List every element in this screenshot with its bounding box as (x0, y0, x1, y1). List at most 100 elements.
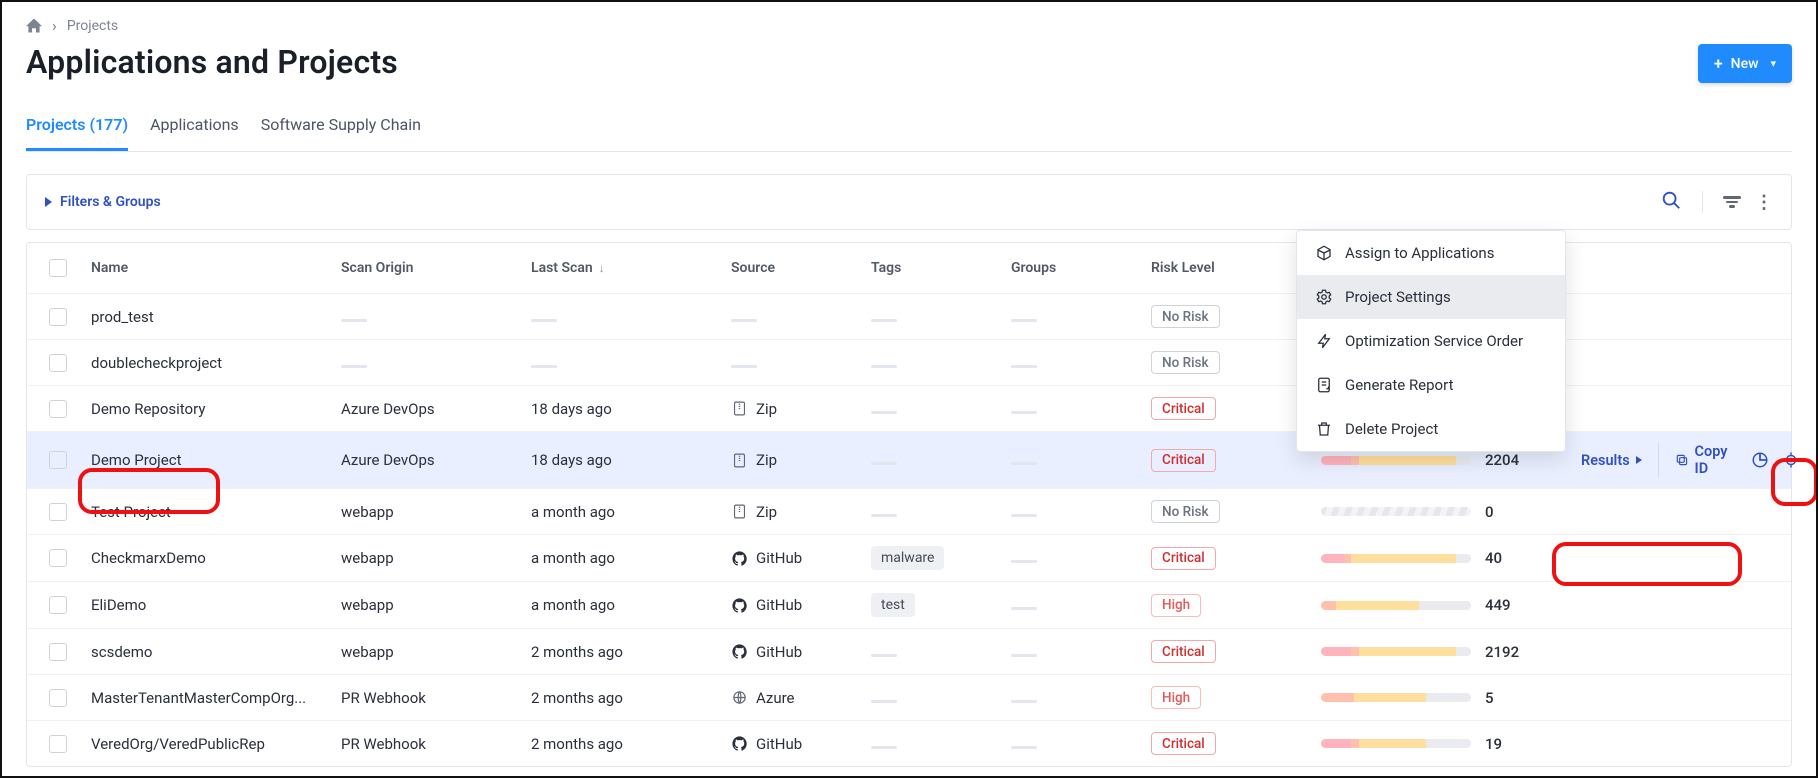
name-cell[interactable]: MasterTenantMasterCompOrg... (83, 689, 333, 707)
name-cell[interactable]: doublecheckproject (83, 354, 333, 372)
search-icon[interactable] (1660, 189, 1682, 215)
col-name[interactable]: Name (83, 260, 333, 276)
risk-cell: High (1143, 594, 1313, 617)
origin-cell: webapp (333, 503, 523, 521)
tags-cell (863, 400, 1003, 418)
name-cell[interactable]: EliDemo (83, 596, 333, 614)
chevron-down-icon: ▾ (1770, 57, 1776, 70)
source-cell: GitHub (731, 549, 855, 567)
risk-cell: No Risk (1143, 500, 1313, 523)
origin-cell (333, 308, 523, 326)
row-checkbox[interactable] (49, 689, 67, 707)
source-cell: GitHub (731, 735, 855, 753)
name-cell[interactable]: CheckmarxDemo (83, 549, 333, 567)
page-title: Applications and Projects (26, 43, 1792, 81)
source-cell: Zip (731, 451, 855, 469)
menu-report[interactable]: Generate Report (1297, 363, 1565, 407)
col-groups[interactable]: Groups (1003, 260, 1143, 276)
chevron-right-icon: › (52, 16, 57, 35)
row-checkbox[interactable] (49, 308, 67, 326)
name-cell[interactable]: Demo Project (83, 451, 333, 469)
row-checkbox[interactable] (49, 503, 67, 521)
row-checkbox[interactable] (49, 354, 67, 372)
row-checkbox[interactable] (49, 549, 67, 567)
row-checkbox[interactable] (49, 596, 67, 614)
groups-cell (1003, 308, 1143, 326)
chart-icon[interactable] (1750, 449, 1769, 471)
origin-cell: PR Webhook (333, 689, 523, 707)
new-button[interactable]: + New ▾ (1698, 44, 1792, 83)
name-cell[interactable]: scsdemo (83, 643, 333, 661)
more-icon[interactable]: ⋮ (1755, 192, 1773, 213)
tags-cell (863, 308, 1003, 326)
table-row[interactable]: scsdemowebapp2 months agoGitHubCritical2… (27, 628, 1791, 674)
lastscan-cell (523, 308, 723, 326)
lastscan-cell (523, 354, 723, 372)
risk-cell: No Risk (1143, 351, 1313, 374)
menu-delete[interactable]: Delete Project (1297, 407, 1565, 451)
col-risk[interactable]: Risk Level (1143, 260, 1313, 276)
row-checkbox[interactable] (49, 643, 67, 661)
lastscan-cell: 18 days ago (523, 400, 723, 418)
tab-applications[interactable]: Applications (150, 105, 239, 151)
select-all-checkbox[interactable] (49, 259, 67, 277)
tags-cell (863, 735, 1003, 753)
vuln-cell: 0 (1313, 503, 1573, 521)
tags-cell: test (863, 593, 1003, 617)
table-row[interactable]: MasterTenantMasterCompOrg...PR Webhook2 … (27, 674, 1791, 720)
table-row[interactable]: Test Projectwebappa month ago Zip No Risk0 (27, 488, 1791, 534)
lastscan-cell: a month ago (523, 503, 723, 521)
home-icon[interactable] (26, 19, 42, 33)
table-row[interactable]: EliDemowebappa month agoGitHubtestHigh44… (27, 581, 1791, 628)
groups-cell (1003, 400, 1143, 418)
name-cell[interactable]: Test Project (83, 503, 333, 521)
tab-projects[interactable]: Projects (177) (26, 105, 128, 151)
breadcrumb: › Projects (26, 16, 1792, 35)
risk-cell: High (1143, 686, 1313, 709)
col-tags[interactable]: Tags (863, 260, 1003, 276)
filter-icon[interactable] (1723, 196, 1741, 208)
copy-id-button[interactable]: Copy ID (1658, 443, 1738, 477)
new-button-label: New (1731, 56, 1759, 72)
menu-settings[interactable]: Project Settings (1297, 275, 1565, 319)
groups-cell (1003, 596, 1143, 614)
lastscan-cell: 2 months ago (523, 735, 723, 753)
filters-groups-toggle[interactable]: Filters & Groups (45, 194, 161, 210)
sort-desc-icon: ↓ (599, 261, 605, 275)
col-last-scan[interactable]: Last Scan ↓ (523, 260, 723, 276)
origin-cell: webapp (333, 643, 523, 661)
table-row[interactable]: VeredOrg/VeredPublicRepPR Webhook2 month… (27, 720, 1791, 766)
results-link[interactable]: Results (1581, 452, 1642, 469)
tags-cell (863, 503, 1003, 521)
source-cell: GitHub (731, 596, 855, 614)
row-checkbox[interactable] (49, 451, 67, 469)
scan-icon[interactable] (1781, 449, 1800, 471)
tabs: Projects (177) Applications Software Sup… (26, 105, 1792, 152)
table-row[interactable]: CheckmarxDemowebappa month agoGitHubmalw… (27, 534, 1791, 581)
origin-cell: Azure DevOps (333, 451, 523, 469)
col-source[interactable]: Source (723, 260, 863, 276)
lastscan-cell: 2 months ago (523, 689, 723, 707)
tags-cell (863, 451, 1003, 469)
name-cell[interactable]: prod_test (83, 308, 333, 326)
lastscan-cell: 18 days ago (523, 451, 723, 469)
row-checkbox[interactable] (49, 735, 67, 753)
source-cell: GitHub (731, 643, 855, 661)
lastscan-cell: a month ago (523, 549, 723, 567)
tab-ssc[interactable]: Software Supply Chain (261, 105, 421, 151)
groups-cell (1003, 549, 1143, 567)
origin-cell: Azure DevOps (333, 400, 523, 418)
source-cell: Zip (731, 503, 855, 521)
vuln-cell: 449 (1313, 596, 1573, 614)
name-cell[interactable]: VeredOrg/VeredPublicRep (83, 735, 333, 753)
col-origin[interactable]: Scan Origin (333, 260, 523, 276)
vuln-cell: 2204 (1313, 451, 1573, 469)
breadcrumb-label[interactable]: Projects (67, 18, 118, 34)
chevron-right-icon (45, 197, 52, 207)
row-checkbox[interactable] (49, 400, 67, 418)
name-cell[interactable]: Demo Repository (83, 400, 333, 418)
menu-assign[interactable]: Assign to Applications (1297, 231, 1565, 275)
menu-opt[interactable]: Optimization Service Order (1297, 319, 1565, 363)
row-more-menu: Assign to ApplicationsProject SettingsOp… (1296, 230, 1566, 452)
groups-cell (1003, 643, 1143, 661)
